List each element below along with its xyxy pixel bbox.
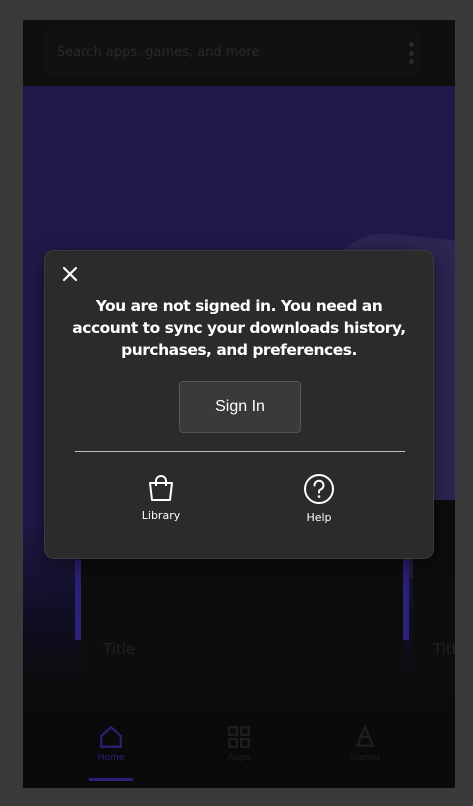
shopping-bag-icon <box>149 475 173 501</box>
help-button[interactable]: Help <box>279 473 359 524</box>
sign-in-message: You are not signed in. You need an accou… <box>72 297 406 359</box>
sign-in-button[interactable]: Sign In <box>179 381 301 433</box>
close-button[interactable] <box>59 263 81 285</box>
close-icon <box>62 266 78 282</box>
sign-in-dialog: You are not signed in. You need an accou… <box>44 250 434 559</box>
app-window: Search apps, games, and more Title Title… <box>23 20 455 788</box>
library-label: Library <box>141 509 181 522</box>
help-circle-icon <box>304 474 334 504</box>
divider <box>75 451 405 452</box>
help-label: Help <box>306 511 332 524</box>
library-button[interactable]: Library <box>121 473 201 522</box>
